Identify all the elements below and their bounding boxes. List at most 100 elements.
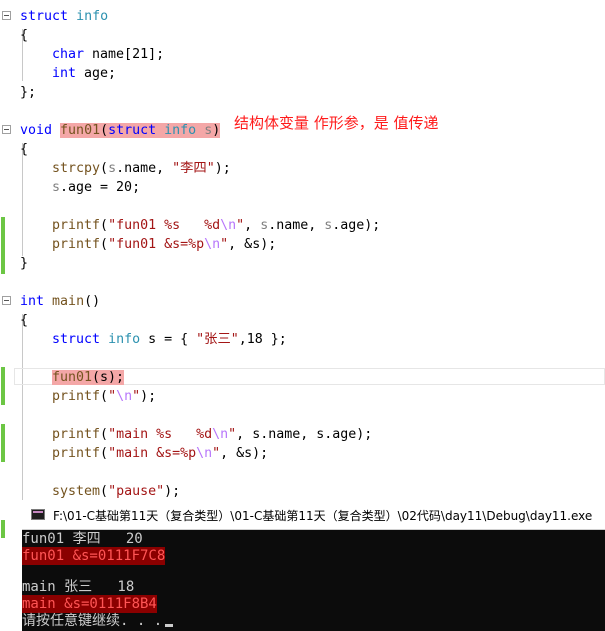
string-literal: " bbox=[236, 218, 245, 233]
console-app-icon bbox=[31, 509, 45, 520]
code-line: printf("\n"); bbox=[0, 387, 605, 406]
function-name: fun01 bbox=[52, 370, 93, 385]
string-literal: "main &s=%p bbox=[108, 446, 197, 461]
keyword: struct bbox=[20, 9, 69, 24]
function-name: system bbox=[52, 484, 101, 499]
keyword: void bbox=[20, 123, 53, 138]
collapse-icon[interactable] bbox=[2, 296, 11, 305]
punct: ); bbox=[164, 484, 181, 499]
keyword: struct bbox=[108, 123, 157, 138]
string-literal: "pause" bbox=[108, 484, 165, 499]
console-window[interactable]: F:\01-C基础第11天（复合类型）\01-C基础第11天（复合类型）\02代… bbox=[22, 500, 605, 631]
punct: = { bbox=[156, 332, 197, 347]
code-line: }; bbox=[0, 83, 605, 102]
escape-seq: \n bbox=[116, 389, 133, 404]
member-access: .name, bbox=[268, 218, 325, 233]
function-name: strcpy bbox=[52, 161, 101, 176]
keyword: char bbox=[52, 47, 85, 62]
function-name: printf bbox=[52, 237, 101, 252]
code-line: printf("main %s %d\n", s.name, s.age); bbox=[0, 425, 605, 444]
type-name: info bbox=[164, 123, 197, 138]
escape-seq: \n bbox=[220, 218, 237, 233]
call-args: (s); bbox=[92, 370, 125, 385]
code-line: printf("main &s=%p\n", &s); bbox=[0, 444, 605, 463]
console-line: fun01 李四 20 bbox=[22, 531, 143, 547]
paren: ( bbox=[100, 427, 109, 442]
member-access: .name, bbox=[116, 161, 173, 176]
code-line: system("pause"); bbox=[0, 482, 605, 501]
console-titlebar[interactable]: F:\01-C基础第11天（复合类型）\01-C基础第11天（复合类型）\02代… bbox=[22, 500, 605, 530]
code-line: struct info s = { "张三",18 }; bbox=[0, 330, 605, 349]
param: s bbox=[52, 180, 61, 195]
code-line: s.age = 20; bbox=[0, 178, 605, 197]
string-literal: " bbox=[108, 389, 117, 404]
string-literal: "张三" bbox=[196, 332, 239, 347]
collapse-icon[interactable] bbox=[2, 125, 11, 134]
brace: { bbox=[20, 28, 29, 43]
keyword: struct bbox=[52, 332, 101, 347]
string-literal: " bbox=[220, 237, 229, 252]
brace: { bbox=[20, 142, 29, 157]
member-access: .name, bbox=[260, 427, 317, 442]
annotation-text: 结构体变量 作形参，是 值传递 bbox=[234, 114, 439, 132]
punct: , bbox=[244, 218, 261, 233]
string-literal: "fun01 %s %d bbox=[108, 218, 221, 233]
code-line: int main() bbox=[0, 292, 605, 311]
punct: ,18 }; bbox=[238, 332, 287, 347]
paren: ( bbox=[100, 484, 109, 499]
code-line: printf("fun01 &s=%p\n", &s); bbox=[0, 235, 605, 254]
code-line: fun01(s); bbox=[0, 368, 605, 387]
paren: ( bbox=[100, 161, 109, 176]
code-line: int age; bbox=[0, 64, 605, 83]
function-name: printf bbox=[52, 389, 101, 404]
punct: , bbox=[236, 427, 253, 442]
assignment: .age = 20; bbox=[60, 180, 141, 195]
function-name: fun01 bbox=[60, 123, 101, 138]
brace: } bbox=[20, 256, 29, 271]
console-line: fun01 &s=0111F7C8 bbox=[22, 547, 166, 565]
type-name: info bbox=[76, 9, 109, 24]
punct: ); bbox=[214, 161, 231, 176]
console-line: 请按任意键继续. . . bbox=[22, 613, 163, 629]
function-name: printf bbox=[52, 218, 101, 233]
string-literal: " bbox=[212, 446, 221, 461]
paren: ( bbox=[100, 237, 109, 252]
console-cursor bbox=[165, 624, 174, 627]
brace: { bbox=[20, 313, 29, 328]
escape-seq: \n bbox=[204, 237, 221, 252]
string-literal: "李四" bbox=[172, 161, 215, 176]
code-line: strcpy(s.name, "李四"); bbox=[0, 159, 605, 178]
paren: ( bbox=[100, 218, 109, 233]
function-name: main bbox=[52, 294, 85, 309]
member-access: .age); bbox=[332, 218, 381, 233]
variable: s bbox=[252, 427, 261, 442]
member-decl: age; bbox=[76, 66, 117, 81]
param: s bbox=[108, 161, 117, 176]
member-decl: name[21]; bbox=[84, 47, 165, 62]
console-title: F:\01-C基础第11天（复合类型）\01-C基础第11天（复合类型）\02代… bbox=[53, 509, 593, 523]
code-line: struct info bbox=[0, 7, 605, 26]
brace: }; bbox=[20, 85, 37, 100]
code-line: } bbox=[0, 254, 605, 273]
keyword: int bbox=[20, 294, 45, 309]
call-highlight: fun01(s); bbox=[52, 370, 125, 385]
string-literal: " bbox=[132, 389, 141, 404]
collapse-icon[interactable] bbox=[2, 11, 11, 20]
console-line: main 张三 18 bbox=[22, 579, 135, 595]
code-line: char name[21]; bbox=[0, 45, 605, 64]
punct: ); bbox=[140, 389, 157, 404]
string-literal: " bbox=[228, 427, 237, 442]
code-line: { bbox=[0, 311, 605, 330]
function-name: printf bbox=[52, 427, 101, 442]
code-line: printf("fun01 %s %d\n", s.name, s.age); bbox=[0, 216, 605, 235]
punct: , &s); bbox=[220, 446, 269, 461]
console-line: main &s=0111F8B4 bbox=[22, 595, 157, 613]
type-name: info bbox=[108, 332, 141, 347]
function-name: printf bbox=[52, 446, 101, 461]
string-literal: "main %s %d bbox=[108, 427, 213, 442]
punct: , &s); bbox=[228, 237, 277, 252]
param: s bbox=[260, 218, 269, 233]
function-signature-highlight: fun01(struct info s) bbox=[60, 123, 221, 138]
variable: s bbox=[148, 332, 157, 347]
string-literal: "fun01 &s=%p bbox=[108, 237, 205, 252]
